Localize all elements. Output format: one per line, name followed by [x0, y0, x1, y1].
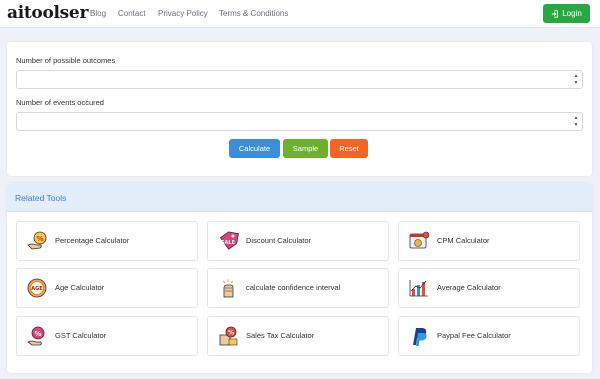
login-button[interactable]: Login	[543, 4, 590, 23]
number-spinner[interactable]: ▲ ▼	[573, 73, 579, 86]
sales-tax-icon: %	[217, 325, 239, 347]
average-chart-icon	[408, 277, 430, 299]
tool-name: Percentage Calculator	[55, 236, 130, 245]
tool-card-cpm[interactable]: CPM Calculator	[398, 221, 580, 261]
events-occured-input[interactable]: ▲ ▼	[16, 112, 583, 131]
percentage-hand-icon: %	[26, 230, 48, 252]
discount-tag-icon: SALE	[217, 230, 239, 252]
paypal-icon	[408, 325, 430, 347]
tool-card-paypal[interactable]: Paypal Fee Calculator	[398, 316, 580, 356]
tool-name: Sales Tax Calculator	[246, 331, 315, 340]
tool-name: Discount Calculator	[246, 236, 312, 245]
svg-text:%: %	[228, 330, 234, 337]
possible-outcomes-label: Number of possible outcomes	[16, 56, 116, 65]
sample-button[interactable]: Sample	[283, 139, 328, 158]
tool-name: Paypal Fee Calculator	[437, 331, 511, 340]
tool-card-age[interactable]: AGE Age Calculator	[16, 268, 198, 308]
nav-link-contact[interactable]: Contact	[118, 9, 146, 18]
gst-percent-icon: %	[26, 325, 48, 347]
nav-link-terms[interactable]: Terms & Conditions	[219, 9, 288, 18]
tool-card-percentage[interactable]: % Percentage Calculator	[16, 221, 198, 261]
tool-name: calculate confidence interval	[246, 283, 341, 292]
tool-card-discount[interactable]: SALE Discount Calculator	[207, 221, 389, 261]
svg-text:SALE: SALE	[221, 240, 236, 246]
nav-link-privacy-policy[interactable]: Privacy Policy	[158, 9, 208, 18]
tool-card-average[interactable]: Average Calculator	[398, 268, 580, 308]
top-navbar: aitoolser Blog Contact Privacy Policy Te…	[0, 0, 600, 28]
tool-name: Age Calculator	[55, 283, 105, 292]
brand-logo[interactable]: aitoolser	[7, 3, 88, 23]
calculator-form-card: Number of possible outcomes ▲ ▼ Number of…	[7, 42, 592, 176]
tool-card-gst[interactable]: % GST Calculator	[16, 316, 198, 356]
tool-card-confidence[interactable]: calculate confidence interval	[207, 268, 389, 308]
tool-card-sales-tax[interactable]: % Sales Tax Calculator	[207, 316, 389, 356]
login-icon	[552, 9, 559, 18]
tool-name: Average Calculator	[437, 283, 501, 292]
login-label: Login	[562, 9, 582, 18]
age-badge-icon: AGE	[26, 277, 48, 299]
related-tools-card: Related Tools % Percentage Calculator SA…	[7, 183, 592, 373]
tool-name: CPM Calculator	[437, 236, 490, 245]
calculate-button[interactable]: Calculate	[229, 139, 280, 158]
cpm-browser-icon	[408, 230, 430, 252]
reset-button[interactable]: Reset	[330, 139, 368, 158]
svg-text:%: %	[36, 235, 43, 243]
events-occured-label: Number of events occured	[16, 98, 104, 107]
confidence-fist-icon	[217, 277, 239, 299]
related-tools-title: Related Tools	[15, 193, 67, 203]
tool-name: GST Calculator	[55, 331, 107, 340]
svg-text:%: %	[34, 330, 41, 338]
possible-outcomes-input[interactable]: ▲ ▼	[16, 70, 583, 89]
number-spinner[interactable]: ▲ ▼	[573, 115, 579, 128]
nav-link-blog[interactable]: Blog	[90, 9, 106, 18]
related-tools-header: Related Tools	[7, 183, 592, 212]
svg-text:AGE: AGE	[31, 286, 43, 292]
